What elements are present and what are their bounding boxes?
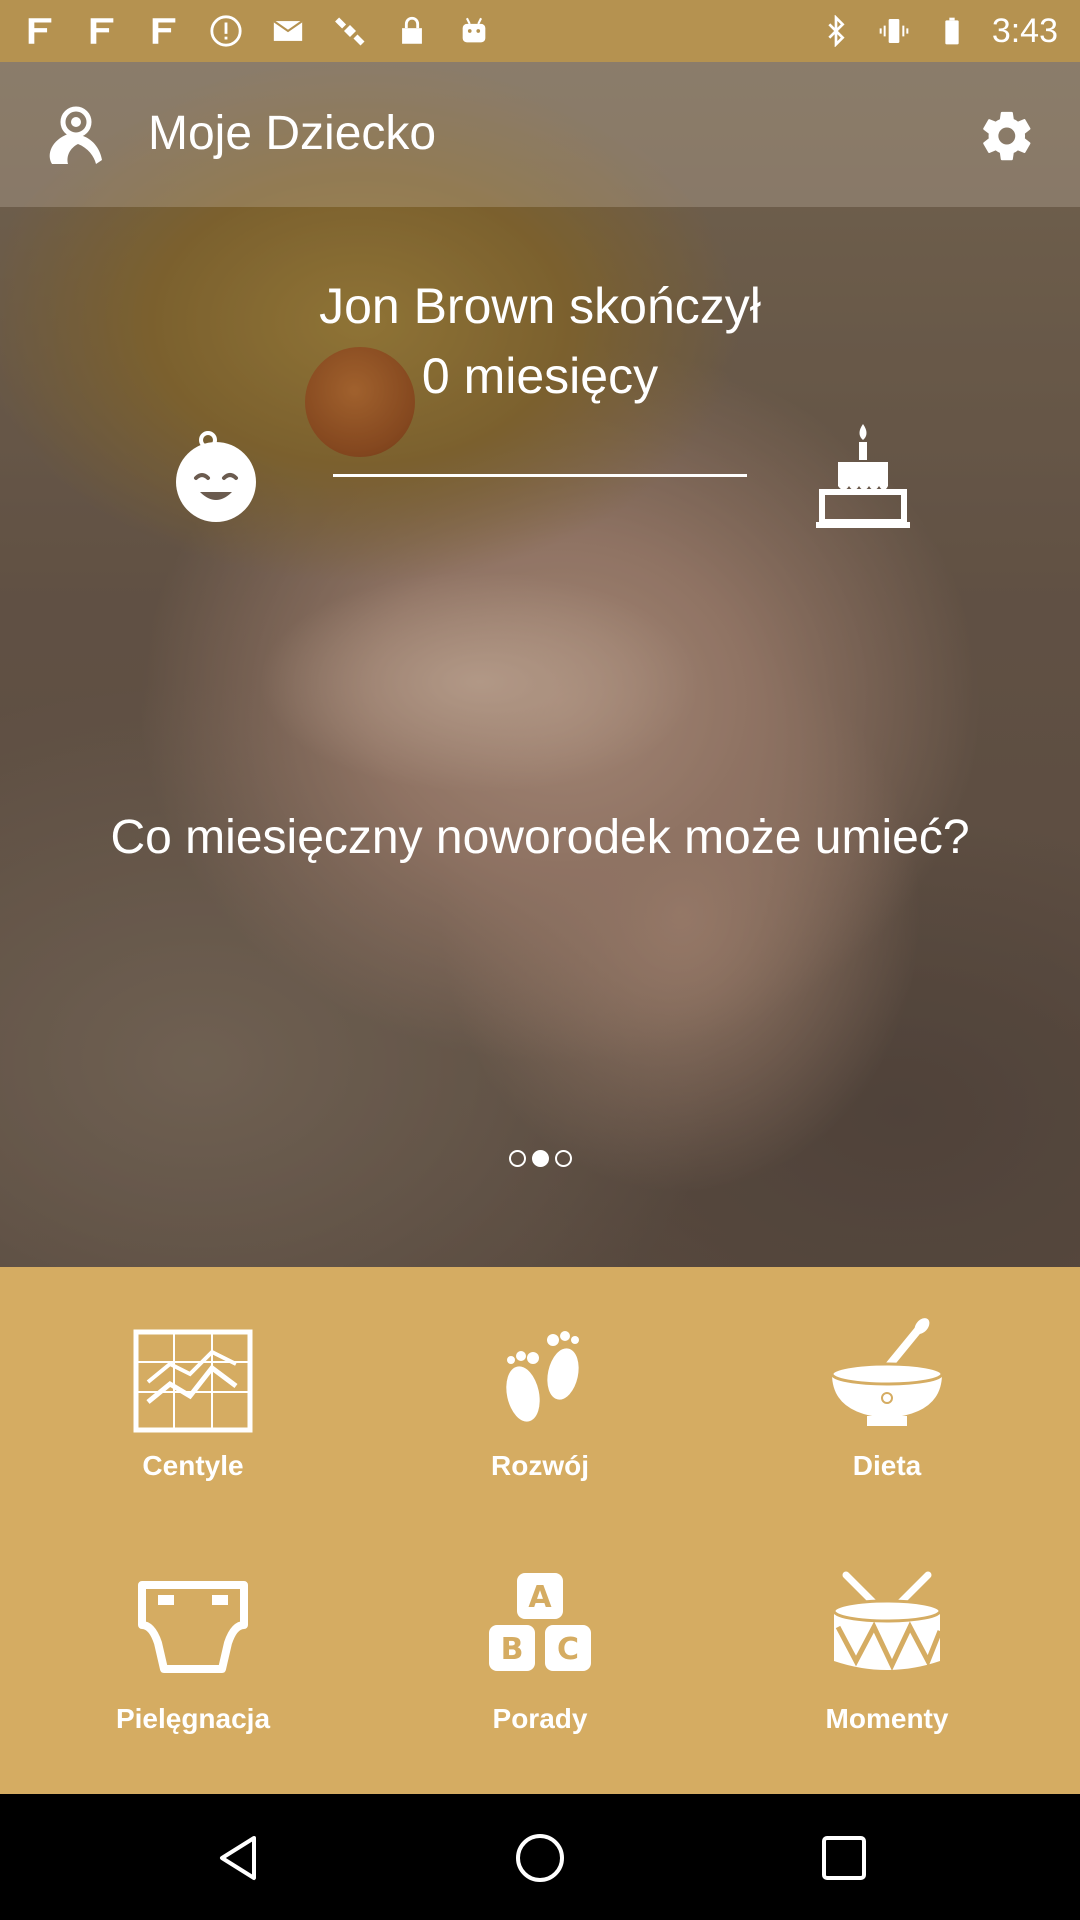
gear-icon[interactable] bbox=[978, 107, 1036, 165]
footprints-icon bbox=[475, 1312, 605, 1442]
status-time: 3:43 bbox=[991, 11, 1058, 50]
recents-icon[interactable] bbox=[818, 1832, 870, 1884]
chart-icon bbox=[128, 1312, 258, 1442]
menu-tile-label: Dieta bbox=[852, 1450, 922, 1481]
feature-menu: Centyle Rozwój Dieta Pielęgnacja A B C P… bbox=[0, 1267, 1080, 1794]
bowl-spoon-icon bbox=[822, 1312, 952, 1442]
child-age-heading: Jon Brown skończył bbox=[319, 278, 761, 334]
svg-text:C: C bbox=[557, 1632, 579, 1667]
pager-dot-active[interactable] bbox=[531, 1150, 549, 1167]
menu-tile-label: Pielęgnacja bbox=[115, 1703, 271, 1734]
menu-tile-label: Centyle bbox=[142, 1450, 244, 1481]
menu-tile-rozwoj[interactable]: Rozwój bbox=[360, 1267, 720, 1517]
battery-icon bbox=[934, 13, 970, 49]
home-icon[interactable] bbox=[514, 1832, 566, 1884]
carousel-pager[interactable] bbox=[0, 1150, 1080, 1167]
menu-tile-dieta[interactable]: Dieta bbox=[707, 1267, 1067, 1517]
child-age-value: 0 miesięcy bbox=[421, 348, 659, 404]
system-nav-bar bbox=[0, 1794, 1080, 1920]
satellite-icon bbox=[332, 13, 368, 49]
menu-tile-pielegnacja[interactable]: Pielęgnacja bbox=[13, 1520, 373, 1770]
fan-icon bbox=[22, 13, 58, 49]
age-progress-bar bbox=[333, 474, 747, 477]
menu-tile-label: Porady bbox=[492, 1703, 588, 1734]
abc-blocks-icon: A B C bbox=[475, 1565, 605, 1695]
hero-photo-overlay bbox=[0, 62, 1080, 1267]
fan-icon bbox=[146, 13, 182, 49]
svg-text:B: B bbox=[501, 1632, 524, 1667]
menu-tile-momenty[interactable]: Momenty bbox=[707, 1520, 1067, 1770]
baby-face-icon bbox=[168, 430, 264, 526]
baby-logo-icon bbox=[38, 102, 108, 172]
menu-tile-label: Rozwój bbox=[491, 1450, 589, 1481]
back-icon[interactable] bbox=[212, 1832, 264, 1884]
lock-icon bbox=[394, 13, 430, 49]
mail-icon bbox=[270, 13, 306, 49]
alert-icon bbox=[208, 13, 244, 49]
drum-icon bbox=[822, 1565, 952, 1695]
status-bar: 3:43 bbox=[0, 0, 1080, 62]
android-icon bbox=[456, 13, 492, 49]
svg-text:A: A bbox=[528, 1580, 552, 1615]
milestone-question-link[interactable]: Co miesięczny noworodek może umieć? bbox=[0, 810, 1080, 865]
pager-dot[interactable] bbox=[508, 1150, 526, 1167]
app-title: Moje Dziecko bbox=[148, 107, 437, 160]
hero-banner[interactable]: Moje Dziecko Jon Brown skończył 0 miesię… bbox=[0, 62, 1080, 1267]
menu-tile-porady[interactable]: A B C Porady bbox=[360, 1520, 720, 1770]
menu-tile-label: Momenty bbox=[825, 1703, 949, 1734]
pager-dot[interactable] bbox=[554, 1150, 572, 1167]
vibrate-icon bbox=[876, 13, 912, 49]
app-bar: Moje Dziecko bbox=[0, 62, 1080, 207]
birthday-cake-icon bbox=[814, 422, 912, 528]
bluetooth-icon bbox=[818, 13, 854, 49]
menu-tile-centyle[interactable]: Centyle bbox=[13, 1267, 373, 1517]
fan-icon bbox=[84, 13, 120, 49]
diaper-icon bbox=[128, 1565, 258, 1695]
